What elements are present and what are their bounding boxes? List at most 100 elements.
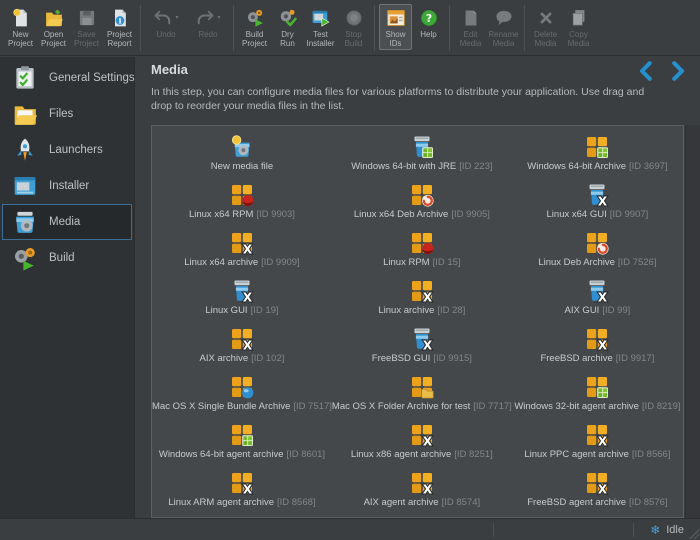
media-item[interactable]: Linux x64 Deb Archive[ID 9905] xyxy=(332,177,512,225)
toolbar-button-label: Redo xyxy=(198,30,217,39)
rename-media-button[interactable]: Rename Media xyxy=(487,4,520,50)
rename-media-icon xyxy=(494,8,514,28)
sidebar-item-files[interactable]: Files xyxy=(2,96,132,132)
edit-media-icon xyxy=(461,8,481,28)
show-ids-button[interactable]: Show IDs xyxy=(379,4,412,50)
sidebar-item-label: Build xyxy=(49,252,75,264)
media-item-name: AIX GUI xyxy=(564,305,599,316)
media-item-id: [ID 28] xyxy=(437,305,465,316)
sidebar-item-launchers[interactable]: Launchers xyxy=(2,132,132,168)
media-item[interactable]: XLinux ARM agent archive[ID 8568] xyxy=(152,465,332,513)
save-project-button[interactable]: Save Project xyxy=(70,4,103,50)
media-item-label: FreeBSD GUI[ID 9915] xyxy=(372,353,472,364)
grid-win-icon xyxy=(230,423,254,447)
media-item-name: Linux x64 Deb Archive xyxy=(354,209,449,220)
media-item-name: Linux GUI xyxy=(205,305,247,316)
svg-text:X: X xyxy=(243,290,253,302)
sidebar-item-media[interactable]: Media xyxy=(2,204,132,240)
dropdown-caret-icon[interactable]: ▾ xyxy=(217,14,220,21)
media-item-name: Mac OS X Single Bundle Archive xyxy=(152,401,290,412)
media-item[interactable]: XAIX archive[ID 102] xyxy=(152,321,332,369)
open-project-button[interactable]: Open Project xyxy=(37,4,70,50)
media-item[interactable]: Mac OS X Single Bundle Archive[ID 7517] xyxy=(152,369,332,417)
media-item[interactable]: XLinux PPC agent archive[ID 8566] xyxy=(512,417,683,465)
grid-rpm-icon xyxy=(410,231,434,255)
media-item-label: AIX agent archive[ID 8574] xyxy=(364,497,481,508)
media-item[interactable]: XFreeBSD archive[ID 9917] xyxy=(512,321,683,369)
copy-media-button[interactable]: Copy Media xyxy=(562,4,595,50)
toolbar-button-label: Show IDs xyxy=(385,30,405,48)
sidebar-item-build[interactable]: Build xyxy=(2,240,132,276)
toolbar-group: ▾ Undo ▾ Redo xyxy=(145,4,229,41)
media-item-label: AIX GUI[ID 99] xyxy=(564,305,630,316)
media-item-name: AIX agent archive xyxy=(364,497,439,508)
dropdown-caret-icon[interactable]: ▾ xyxy=(175,14,178,21)
media-item-name: FreeBSD agent archive xyxy=(527,497,626,508)
media-item[interactable]: Linux Deb Archive[ID 7526] xyxy=(512,225,683,273)
svg-text:X: X xyxy=(423,290,433,302)
media-item[interactable]: XFreeBSD GUI[ID 9915] xyxy=(332,321,512,369)
grid-x-icon: X xyxy=(585,471,609,495)
media-step-content: Media In this step, you can configure me… xyxy=(136,57,700,518)
media-item-id: [ID 15] xyxy=(433,257,461,268)
stop-build-button[interactable]: Stop Build xyxy=(337,4,370,50)
media-item[interactable]: Windows 64-bit with JRE[ID 223] xyxy=(332,129,512,177)
show-ids-icon xyxy=(386,8,406,28)
redo-button[interactable]: ▾ Redo xyxy=(187,4,229,41)
media-item-id: [ID 8568] xyxy=(277,497,316,508)
media-item-label: Linux x64 Deb Archive[ID 9905] xyxy=(354,209,490,220)
package-x-icon: X xyxy=(585,183,609,207)
media-item[interactable]: XLinux x64 archive[ID 9909] xyxy=(152,225,332,273)
media-item-name: Windows 64-bit Archive xyxy=(527,161,626,172)
toolbar-button-label: Stop Build xyxy=(345,30,363,48)
svg-text:X: X xyxy=(598,338,608,350)
media-item[interactable]: Windows 32-bit agent archive[ID 8219] xyxy=(512,369,683,417)
media-item-id: [ID 8576] xyxy=(629,497,668,508)
media-item[interactable]: X FreeBSD agent archive[ID 8576] xyxy=(512,465,683,513)
media-item-name: FreeBSD GUI xyxy=(372,353,431,364)
media-item-label: AIX archive[ID 102] xyxy=(200,353,285,364)
main-toolbar: New ProjectOpen ProjectSave ProjectiProj… xyxy=(0,0,700,56)
sidebar-item-general-settings[interactable]: General Settings xyxy=(2,60,132,96)
edit-media-button[interactable]: Edit Media xyxy=(454,4,487,50)
grid-x-icon: X xyxy=(585,327,609,351)
svg-text:X: X xyxy=(598,194,608,206)
svg-text:X: X xyxy=(598,482,608,494)
media-item[interactable]: Windows 64-bit agent archive[ID 8601] xyxy=(152,417,332,465)
media-item[interactable]: Linux RPM[ID 15] xyxy=(332,225,512,273)
media-item-id: [ID 9903] xyxy=(256,209,295,220)
media-item[interactable]: XLinux x86 agent archive[ID 8251] xyxy=(332,417,512,465)
toolbar-separator xyxy=(524,5,525,51)
previous-step-button[interactable] xyxy=(636,59,658,83)
test-installer-button[interactable]: Test Installer xyxy=(304,4,337,50)
media-item[interactable]: XLinux x64 GUI[ID 9907] xyxy=(512,177,683,225)
delete-media-button[interactable]: Delete Media xyxy=(529,4,562,50)
toolbar-button-label: Undo xyxy=(156,30,175,39)
grid-deb-icon xyxy=(410,183,434,207)
sidebar-item-installer[interactable]: Installer xyxy=(2,168,132,204)
next-step-button[interactable] xyxy=(666,59,688,83)
general-settings-icon xyxy=(12,65,38,91)
media-item[interactable]: XAIX GUI[ID 99] xyxy=(512,273,683,321)
media-item-label: New media file xyxy=(211,161,273,172)
media-item[interactable]: Windows 64-bit Archive[ID 3697] xyxy=(512,129,683,177)
undo-button[interactable]: ▾ Undo xyxy=(145,4,187,41)
media-item[interactable]: Linux x64 RPM[ID 9903] xyxy=(152,177,332,225)
dry-run-button[interactable]: Dry Run xyxy=(271,4,304,50)
build-project-button[interactable]: Build Project xyxy=(238,4,271,50)
sidebar-item-label: Files xyxy=(49,108,73,120)
media-item[interactable]: New media file xyxy=(152,129,332,177)
help-button[interactable]: ?Help xyxy=(412,4,445,50)
vertical-scrollbar[interactable] xyxy=(685,125,700,518)
media-item[interactable]: XLinux GUI[ID 19] xyxy=(152,273,332,321)
media-item[interactable]: Mac OS X Folder Archive for test[ID 7717… xyxy=(332,369,512,417)
media-item-label: Windows 32-bit agent archive[ID 8219] xyxy=(514,401,680,412)
media-item-id: [ID 9905] xyxy=(451,209,490,220)
resize-grip[interactable] xyxy=(689,529,699,539)
media-item[interactable]: XAIX agent archive[ID 8574] xyxy=(332,465,512,513)
project-report-button[interactable]: iProject Report xyxy=(103,4,136,50)
toolbar-group: Delete MediaCopy Media xyxy=(529,4,595,50)
media-item-label: Linux x64 RPM[ID 9903] xyxy=(189,209,295,220)
media-item[interactable]: XLinux archive[ID 28] xyxy=(332,273,512,321)
new-project-button[interactable]: New Project xyxy=(4,4,37,50)
